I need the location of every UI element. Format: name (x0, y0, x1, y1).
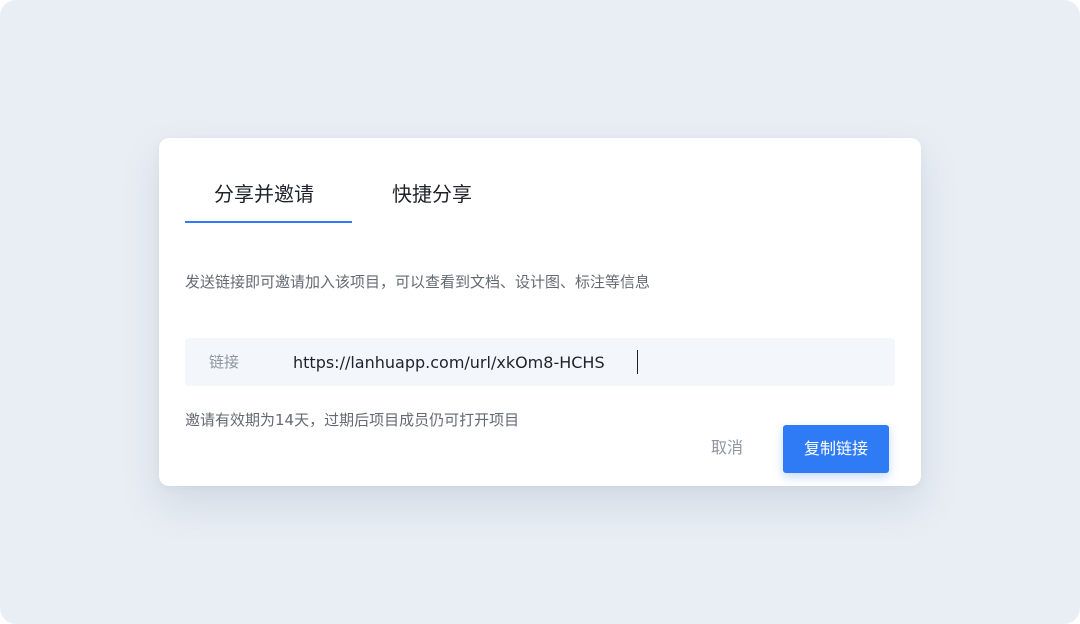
copy-link-button[interactable]: 复制链接 (783, 425, 889, 473)
active-tab-indicator (185, 221, 352, 223)
invite-description: 发送链接即可邀请加入该项目，可以查看到文档、设计图、标注等信息 (185, 273, 651, 291)
page-backdrop: 分享并邀请 快捷分享 发送链接即可邀请加入该项目，可以查看到文档、设计图、标注等… (0, 0, 1080, 624)
link-input[interactable] (285, 346, 873, 378)
tab-quick-share[interactable]: 快捷分享 (392, 180, 472, 208)
tab-share-invite[interactable]: 分享并邀请 (214, 180, 314, 208)
dialog-tabs: 分享并邀请 快捷分享 (159, 138, 921, 224)
link-label: 链接 (209, 353, 240, 371)
link-field: 链接 (185, 338, 895, 386)
text-cursor (637, 350, 638, 374)
share-dialog: 分享并邀请 快捷分享 发送链接即可邀请加入该项目，可以查看到文档、设计图、标注等… (159, 138, 921, 486)
cancel-button[interactable]: 取消 (697, 428, 757, 468)
expiry-note: 邀请有效期为14天，过期后项目成员仍可打开项目 (185, 411, 520, 429)
